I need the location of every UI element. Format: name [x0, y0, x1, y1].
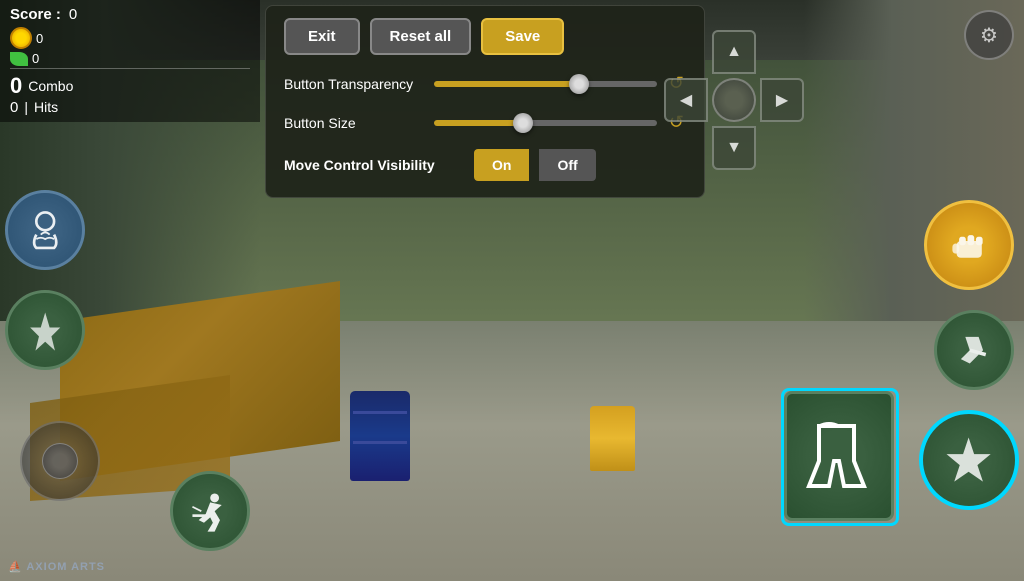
- skill2-button[interactable]: [5, 290, 85, 370]
- leaf-icon: [10, 52, 28, 66]
- visibility-label: Move Control Visibility: [284, 157, 464, 173]
- run-icon: [188, 489, 232, 533]
- panel-buttons: Exit Reset all Save: [284, 18, 686, 55]
- score-label: Score :: [10, 6, 61, 23]
- hits-text: Hits: [34, 99, 58, 116]
- joystick[interactable]: [20, 421, 100, 501]
- save-button[interactable]: Save: [481, 18, 564, 55]
- transparency-slider-container: [434, 74, 657, 94]
- dpad: ▲ ▼ ◀ ▶: [664, 30, 804, 170]
- skill1-button[interactable]: [5, 190, 85, 270]
- dpad-left-button[interactable]: ◀: [664, 78, 708, 122]
- barrel-center: [350, 391, 410, 481]
- size-row: Button Size ↺: [284, 110, 686, 135]
- dpad-up-icon: ▲: [726, 43, 742, 61]
- size-slider-thumb[interactable]: [513, 113, 533, 133]
- run-button[interactable]: [170, 471, 250, 551]
- settings-button[interactable]: ⚙: [964, 10, 1014, 60]
- dpad-container: ▲ ▼ ◀ ▶: [664, 30, 804, 170]
- special-icon: [941, 432, 996, 487]
- logo-text: AXIOM ARTS: [26, 561, 105, 573]
- logo: ⛵ AXIOM ARTS: [8, 560, 105, 573]
- punch-icon: [944, 220, 994, 270]
- leaf-count: 0: [32, 51, 39, 66]
- barrel-yellow: [590, 406, 635, 471]
- transparency-label: Button Transparency: [284, 76, 424, 92]
- settings-panel: Exit Reset all Save Button Transparency …: [265, 5, 705, 198]
- hits-label: |: [24, 99, 28, 116]
- transparency-slider-thumb[interactable]: [569, 74, 589, 94]
- size-slider-track: [434, 120, 657, 126]
- logo-icon: ⛵: [8, 561, 26, 573]
- special-button[interactable]: [919, 410, 1019, 510]
- dpad-down-button[interactable]: ▼: [712, 126, 756, 170]
- coin-count: 0: [36, 31, 43, 46]
- combo-label: Combo: [28, 78, 73, 94]
- visibility-row: Move Control Visibility On Off: [284, 149, 686, 181]
- skill2-icon: [23, 308, 67, 352]
- dpad-left-icon: ◀: [680, 90, 692, 110]
- settings-icon: ⚙: [980, 23, 998, 48]
- hits-value: 0: [10, 99, 18, 116]
- joystick-thumb: [42, 443, 78, 479]
- dpad-right-button[interactable]: ▶: [760, 78, 804, 122]
- score-value: 0: [69, 6, 77, 23]
- transparency-row: Button Transparency ↺: [284, 71, 686, 96]
- kick-button[interactable]: [934, 310, 1014, 390]
- grab-icon: [799, 416, 879, 496]
- size-label: Button Size: [284, 115, 424, 131]
- skill1-icon: [23, 208, 67, 252]
- joystick-base: [20, 421, 100, 501]
- grab-button[interactable]: [784, 391, 894, 521]
- visibility-off-button[interactable]: Off: [539, 149, 595, 181]
- kick-icon: [952, 328, 996, 372]
- combo-value: 0: [10, 73, 22, 99]
- hud: Score : 0 0 0 0 Combo 0 | Hits: [0, 0, 260, 122]
- dpad-center: [712, 78, 756, 122]
- dpad-up-button[interactable]: ▲: [712, 30, 756, 74]
- dpad-down-icon: ▼: [726, 139, 742, 157]
- punch-button[interactable]: [924, 200, 1014, 290]
- coin-icon: [10, 27, 32, 49]
- visibility-on-button[interactable]: On: [474, 149, 529, 181]
- exit-button[interactable]: Exit: [284, 18, 360, 55]
- dpad-right-icon: ▶: [776, 90, 788, 110]
- transparency-slider-track: [434, 81, 657, 87]
- size-slider-container: [434, 113, 657, 133]
- reset-button[interactable]: Reset all: [370, 18, 472, 55]
